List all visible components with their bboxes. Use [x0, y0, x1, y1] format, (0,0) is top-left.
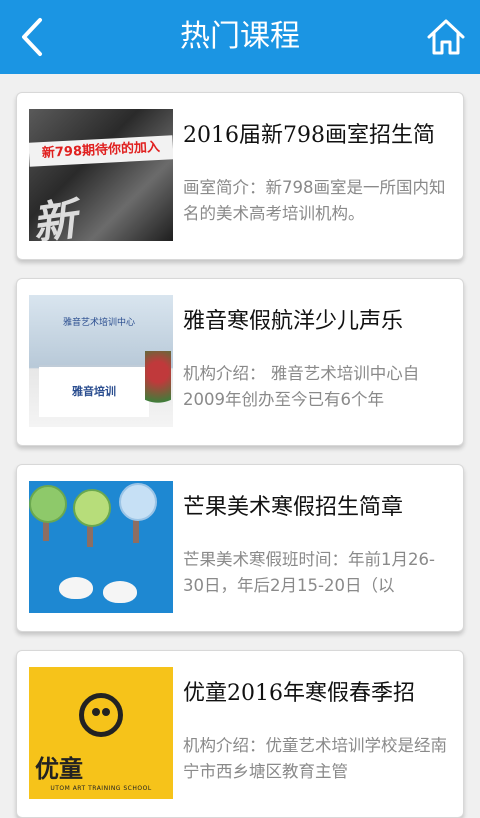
thumbnail-banner-text: 新798期待你的加入 [29, 135, 173, 167]
page-title: 热门课程 [180, 19, 300, 54]
reception-desk: 雅音培训 [39, 365, 149, 417]
course-thumbnail: 优童 UTOM ART TRAINING SCHOOL [29, 667, 173, 799]
course-thumbnail: 雅音艺术培训中心 雅音培训 [29, 295, 173, 427]
plant-decoration [145, 351, 171, 421]
course-description: 机构介绍： 雅音艺术培训中心自2009年创办至今已有6个年 [183, 364, 420, 409]
thumbnail-brand-text: 优童 [35, 754, 83, 783]
course-card[interactable]: 新798期待你的加入 新798 2016届新798画室招生简 画室简介：新798… [16, 92, 464, 260]
thumbnail-subtitle-text: UTOM ART TRAINING SCHOOL [50, 785, 152, 792]
course-thumbnail: 新798期待你的加入 新798 [29, 109, 173, 241]
thumbnail-wall-text: 雅音艺术培训中心 [62, 318, 135, 328]
course-title: 2016届新798画室招生简 [183, 123, 435, 148]
course-title: 优童2016年寒假春季招 [183, 681, 415, 706]
tree-crown [29, 485, 67, 523]
course-description: 画室简介：新798画室是一所国内知名的美术高考培训机构。 [183, 178, 446, 223]
swan-decoration [59, 577, 93, 599]
course-description: 芒果美术寒假班时间：年前1月26-30日，年后2月15-20日（以 [183, 550, 435, 595]
course-title: 芒果美术寒假招生简章 [183, 495, 404, 520]
course-title: 雅音寒假航洋少儿声乐 [183, 309, 404, 334]
brand-logo-icon [79, 693, 123, 737]
home-button[interactable] [424, 14, 468, 60]
course-card[interactable]: 优童 UTOM ART TRAINING SCHOOL 优童2016年寒假春季招… [16, 650, 464, 818]
tree-crown [119, 483, 157, 521]
swan-decoration [103, 581, 137, 603]
course-description: 机构介绍：优童艺术培训学校是经南宁市西乡塘区教育主管 [183, 736, 447, 781]
home-icon [427, 19, 465, 55]
thumbnail-big-text: 新798 [29, 193, 137, 241]
course-card[interactable]: 雅音艺术培训中心 雅音培训 雅音寒假航洋少儿声乐 机构介绍： 雅音艺术培训中心自… [16, 278, 464, 446]
course-card[interactable]: 芒果美术寒假招生简章 芒果美术寒假班时间：年前1月26-30日，年后2月15-2… [16, 464, 464, 632]
thumbnail-desk-text: 雅音培训 [72, 385, 116, 398]
top-bar: 热门课程 [0, 0, 480, 74]
course-thumbnail [29, 481, 173, 613]
tree-crown [73, 489, 111, 527]
